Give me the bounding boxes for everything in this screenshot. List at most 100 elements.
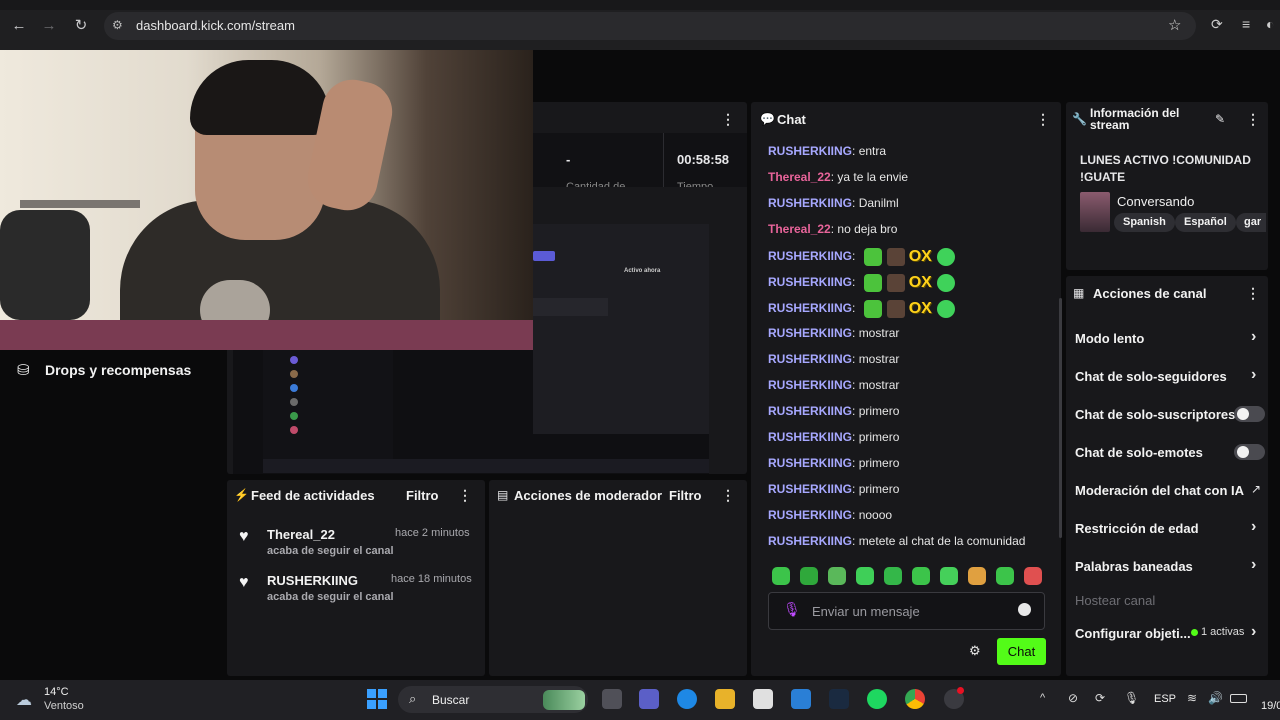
chat-username[interactable]: RUSHERKIING (768, 456, 852, 470)
action-ai-moderation[interactable]: Moderación del chat con IA (1075, 483, 1244, 498)
quick-emote-icon[interactable] (996, 567, 1014, 585)
emote-ox[interactable]: OX (909, 248, 932, 266)
microphone-icon[interactable]: 🎙 (783, 601, 801, 618)
language-indicator[interactable]: ESP (1154, 693, 1176, 705)
chat-username[interactable]: RUSHERKIING (768, 352, 852, 366)
steam-icon[interactable] (829, 689, 849, 709)
quick-emote-icon[interactable] (940, 567, 958, 585)
chat-username[interactable]: RUSHERKIING (768, 378, 852, 392)
category-name[interactable]: Conversando (1117, 194, 1194, 209)
quick-emote-icon[interactable] (856, 567, 874, 585)
chat-username[interactable]: RUSHERKIING (768, 275, 852, 289)
tray-sync-icon[interactable]: ⟳ (1095, 691, 1105, 705)
action-age-restriction[interactable]: Restricción de edad (1075, 521, 1199, 536)
site-info-icon[interactable]: ⚙ (112, 18, 126, 32)
profile-icon[interactable]: ◐ (1266, 16, 1274, 32)
action-configure-goals[interactable]: Configurar objeti... (1075, 626, 1191, 641)
emote-icon[interactable] (936, 248, 955, 266)
spotify-icon[interactable] (867, 689, 887, 709)
tray-chevron-icon[interactable]: ^ (1040, 692, 1045, 704)
emote-icon[interactable] (886, 274, 905, 292)
quick-emote-icon[interactable] (968, 567, 986, 585)
quick-emote-icon[interactable] (828, 567, 846, 585)
subscribers-only-toggle[interactable] (1234, 406, 1265, 422)
forward-icon[interactable]: → (39, 16, 59, 36)
store-icon[interactable] (753, 689, 773, 709)
mod-filter-button[interactable]: Filtro (669, 488, 702, 503)
action-banned-words[interactable]: Palabras baneadas (1075, 559, 1193, 574)
emote-ox[interactable]: OX (909, 300, 932, 318)
action-slow-mode[interactable]: Modo lento (1075, 331, 1144, 346)
edge-icon[interactable] (677, 689, 697, 709)
windows-start-icon[interactable] (367, 689, 387, 709)
quick-emote-icon[interactable] (884, 567, 902, 585)
emote-icon[interactable] (936, 274, 955, 292)
emote-icon[interactable] (863, 248, 882, 266)
extension-icon[interactable]: ⟳ (1211, 16, 1223, 33)
emote-ox[interactable]: OX (909, 274, 932, 292)
emote-icon[interactable] (936, 300, 955, 318)
chat-scrollbar[interactable] (1059, 298, 1062, 538)
weather-icon[interactable]: ☁ (16, 690, 32, 710)
emote-icon[interactable] (863, 274, 882, 292)
chat-menu-icon[interactable]: ⋮ (1036, 111, 1050, 128)
chat-username[interactable]: RUSHERKIING (768, 508, 852, 522)
feed-filter-button[interactable]: Filtro (406, 488, 439, 503)
battery-icon[interactable] (1230, 694, 1247, 703)
chat-username[interactable]: RUSHERKIING (768, 249, 852, 263)
emoji-picker-icon[interactable] (1018, 603, 1031, 616)
tag-pill[interactable]: gar (1236, 213, 1266, 232)
chat-username[interactable]: RUSHERKIING (768, 482, 852, 496)
chat-username[interactable]: Thereal_22 (768, 222, 831, 236)
wifi-icon[interactable]: ≋ (1187, 691, 1197, 705)
info-menu-icon[interactable]: ⋮ (1246, 111, 1260, 128)
quick-emote-icon[interactable] (912, 567, 930, 585)
action-followers-only[interactable]: Chat de solo-seguidores (1075, 369, 1227, 384)
chat-username[interactable]: RUSHERKIING (768, 430, 852, 444)
emote-icon[interactable] (886, 248, 905, 266)
chat-username[interactable]: RUSHERKIING (768, 534, 852, 548)
chevron-right-icon[interactable]: › (1251, 366, 1256, 384)
bookmark-star-icon[interactable]: ☆ (1168, 16, 1181, 34)
chevron-right-icon[interactable]: › (1251, 328, 1256, 346)
preview-menu-icon[interactable]: ⋮ (721, 111, 735, 128)
feed-menu-icon[interactable]: ⋮ (458, 487, 472, 504)
quick-emote-icon[interactable] (800, 567, 818, 585)
drops-label[interactable]: Drops y recompensas (45, 362, 191, 378)
clock-date[interactable]: 19/0 (1261, 700, 1280, 712)
emote-icon[interactable] (863, 300, 882, 318)
external-link-icon[interactable]: ↗ (1251, 482, 1261, 496)
chat-username[interactable]: Thereal_22 (768, 170, 831, 184)
chrome-icon[interactable] (905, 689, 925, 709)
edit-pencil-icon[interactable]: ✎ (1215, 112, 1225, 126)
chevron-right-icon[interactable]: › (1251, 556, 1256, 574)
tray-app-icon[interactable]: ⊘ (1068, 691, 1078, 705)
tag-pill[interactable]: Español (1175, 213, 1236, 232)
tag-pill[interactable]: Spanish (1114, 213, 1175, 232)
mod-menu-icon[interactable]: ⋮ (721, 487, 735, 504)
emotes-only-toggle[interactable] (1234, 444, 1265, 460)
chat-username[interactable]: RUSHERKIING (768, 326, 852, 340)
back-icon[interactable]: ← (9, 16, 29, 36)
actions-menu-icon[interactable]: ⋮ (1246, 285, 1260, 302)
feed-item-name[interactable]: RUSHERKIING (267, 573, 358, 588)
teams-icon[interactable] (639, 689, 659, 709)
quick-emote-icon[interactable] (772, 567, 790, 585)
emote-icon[interactable] (886, 300, 905, 318)
feed-item-name[interactable]: Thereal_22 (267, 527, 335, 542)
chat-username[interactable]: RUSHERKIING (768, 196, 852, 210)
send-chat-button[interactable]: Chat (997, 638, 1046, 665)
chat-username[interactable]: RUSHERKIING (768, 301, 852, 315)
reading-list-icon[interactable]: ≡ (1242, 16, 1250, 32)
chevron-right-icon[interactable]: › (1251, 518, 1256, 536)
task-view-icon[interactable] (602, 689, 622, 709)
chat-username[interactable]: RUSHERKIING (768, 144, 852, 158)
file-explorer-icon[interactable] (715, 689, 735, 709)
tray-mic-icon[interactable]: 🎙 (1124, 691, 1139, 705)
chevron-right-icon[interactable]: › (1251, 623, 1256, 641)
volume-icon[interactable]: 🔊 (1208, 691, 1223, 705)
quick-emote-icon[interactable] (1024, 567, 1042, 585)
reload-icon[interactable]: ↻ (71, 16, 91, 36)
outlook-icon[interactable] (791, 689, 811, 709)
chat-username[interactable]: RUSHERKIING (768, 404, 852, 418)
